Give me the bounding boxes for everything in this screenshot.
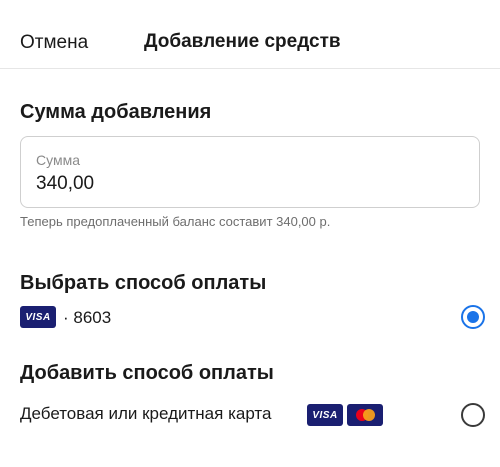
add-method-section-title: Добавить способ оплаты: [20, 362, 274, 384]
page-title: Добавление средств: [144, 31, 341, 52]
mastercard-icon: [347, 404, 383, 426]
cancel-button[interactable]: Отмена: [20, 32, 88, 54]
radio-selected-dot: [467, 311, 479, 323]
amount-input-value[interactable]: 340,00: [36, 173, 94, 195]
amount-section-title: Сумма добавления: [20, 101, 212, 123]
saved-card-radio[interactable]: [461, 305, 485, 329]
debit-credit-card-option-label[interactable]: Дебетовая или кредитная карта: [20, 404, 271, 424]
visa-icon: VISA: [20, 306, 56, 328]
amount-input[interactable]: Сумма 340,00: [20, 136, 480, 208]
mastercard-orange-circle: [363, 409, 375, 421]
debit-credit-card-radio[interactable]: [461, 403, 485, 427]
payment-method-section-title: Выбрать способ оплаты: [20, 272, 267, 294]
amount-input-label: Сумма: [36, 152, 80, 168]
saved-card-number: · 8603: [63, 308, 112, 327]
balance-helper-text: Теперь предоплаченный баланс составит 34…: [20, 214, 331, 229]
visa-icon: VISA: [307, 404, 343, 426]
header-bar: Отмена Добавление средств: [0, 0, 500, 69]
